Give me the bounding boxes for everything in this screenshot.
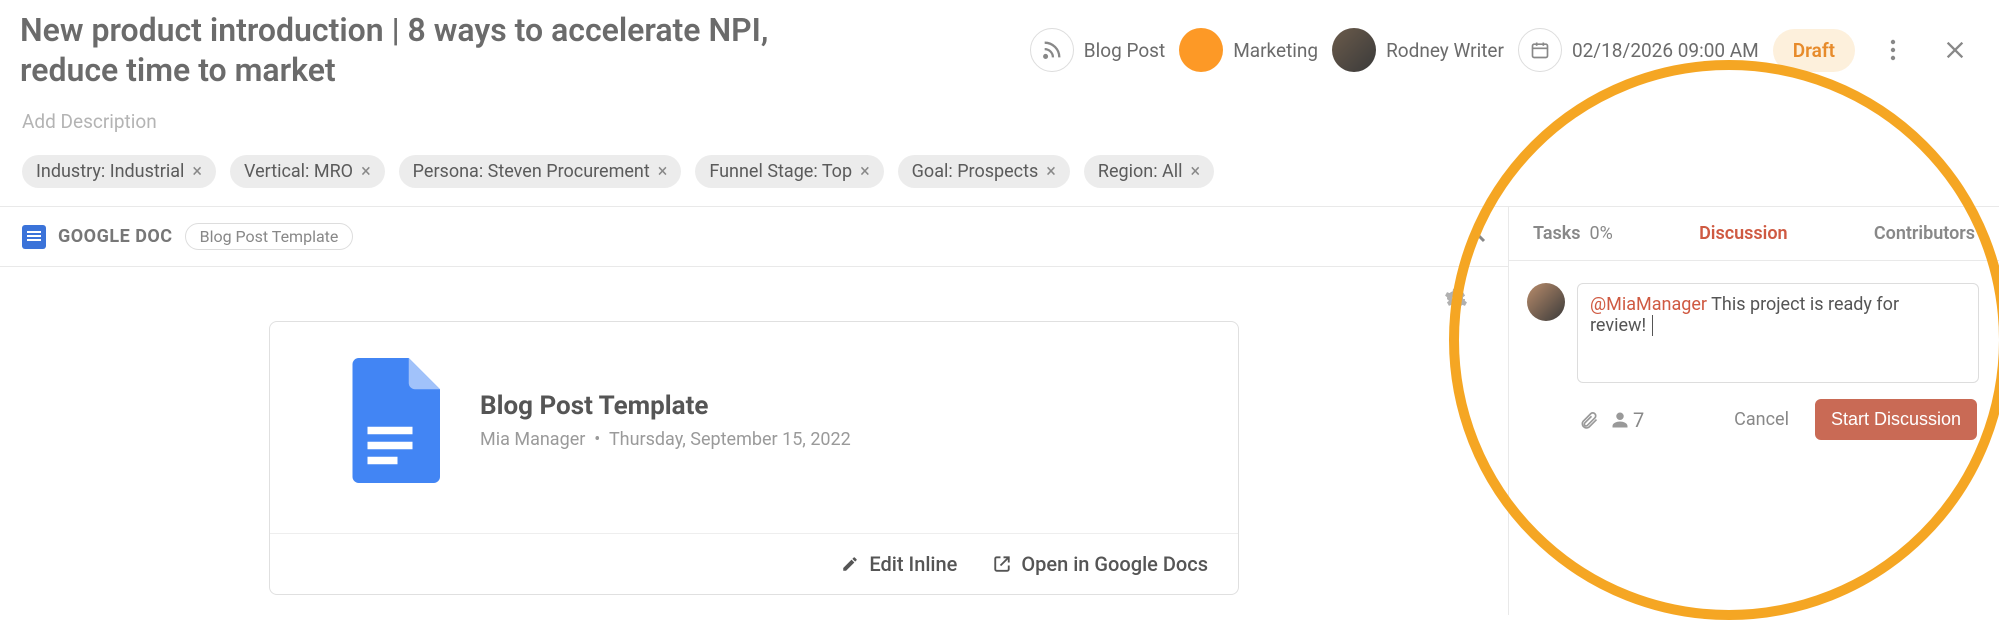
open-google-docs-label: Open in Google Docs <box>1021 552 1208 576</box>
edit-inline-label: Edit Inline <box>869 552 957 576</box>
tag[interactable]: Industry: Industrial × <box>22 155 216 188</box>
doc-author: Mia Manager <box>480 429 585 450</box>
category-color-dot <box>1179 28 1223 72</box>
gear-row <box>0 267 1508 311</box>
content-type-label: Blog Post <box>1084 39 1165 62</box>
more-menu-icon[interactable] <box>1879 36 1907 64</box>
tag-label: Funnel Stage: Top <box>709 161 852 182</box>
tag[interactable]: Region: All × <box>1084 155 1214 188</box>
tab-discussion[interactable]: Discussion <box>1699 223 1788 244</box>
discussion-actions: 7 Cancel Start Discussion <box>1509 395 1999 440</box>
tag-remove-icon[interactable]: × <box>192 161 202 182</box>
discussion-compose: @MiaManager This project is ready for re… <box>1509 261 1999 395</box>
google-doc-template-chip[interactable]: Blog Post Template <box>185 223 354 250</box>
google-doc-icon <box>22 225 46 249</box>
tab-contributors[interactable]: Contributors <box>1874 223 1975 244</box>
right-panel-tabs: Tasks 0% Discussion Contributors <box>1509 207 1999 261</box>
tag[interactable]: Persona: Steven Procurement × <box>399 155 682 188</box>
category-chip[interactable]: Marketing <box>1179 28 1318 72</box>
tag-label: Vertical: MRO <box>244 161 353 182</box>
tag-label: Persona: Steven Procurement <box>413 161 650 182</box>
tab-tasks-percent: 0% <box>1589 223 1612 244</box>
google-doc-label: GOOGLE DOC <box>58 226 173 247</box>
tag-remove-icon[interactable]: × <box>860 161 870 182</box>
add-description[interactable]: Add Description <box>0 90 1999 133</box>
document-file-icon <box>340 358 440 483</box>
rss-icon <box>1030 28 1074 72</box>
tab-tasks-label: Tasks <box>1533 223 1581 244</box>
doc-title: Blog Post Template <box>480 391 851 421</box>
person-icon[interactable]: 7 <box>1611 408 1644 432</box>
main-area: GOOGLE DOC Blog Post Template <box>0 207 1999 615</box>
avatar <box>1332 28 1376 72</box>
gear-icon[interactable] <box>1444 287 1468 311</box>
doc-card-wrap: Blog Post Template Mia Manager • Thursda… <box>0 311 1508 615</box>
collapse-icon[interactable] <box>1468 231 1486 243</box>
category-label: Marketing <box>1233 39 1318 62</box>
page-title[interactable]: New product introduction | 8 ways to acc… <box>20 10 840 90</box>
mention: @MiaManager <box>1590 294 1707 315</box>
doc-card-body: Blog Post Template Mia Manager • Thursda… <box>270 322 1238 533</box>
tag-label: Industry: Industrial <box>36 161 184 182</box>
calendar-icon <box>1518 28 1562 72</box>
tag[interactable]: Funnel Stage: Top × <box>695 155 883 188</box>
start-discussion-button[interactable]: Start Discussion <box>1815 399 1977 440</box>
meta-row: Blog Post Marketing Rodney Writer 02/18/… <box>1030 10 1979 72</box>
content-type-chip[interactable]: Blog Post <box>1030 28 1165 72</box>
tab-tasks[interactable]: Tasks 0% <box>1533 223 1613 244</box>
discussion-input[interactable]: @MiaManager This project is ready for re… <box>1577 283 1979 383</box>
status-badge[interactable]: Draft <box>1773 29 1855 72</box>
tags-row: Industry: Industrial × Vertical: MRO × Per… <box>0 133 1999 207</box>
title-block: New product introduction | 8 ways to acc… <box>20 10 1010 90</box>
page-header: New product introduction | 8 ways to acc… <box>0 0 1999 90</box>
avatar <box>1527 283 1565 321</box>
close-icon[interactable] <box>1941 36 1969 64</box>
external-link-icon <box>993 555 1011 573</box>
tag-label: Goal: Prospects <box>912 161 1039 182</box>
tag-remove-icon[interactable]: × <box>361 161 371 182</box>
tag-remove-icon[interactable]: × <box>1191 161 1201 182</box>
open-google-docs-button[interactable]: Open in Google Docs <box>993 552 1208 576</box>
pencil-icon <box>841 555 859 573</box>
author-label: Rodney Writer <box>1386 39 1504 62</box>
attach-group: 7 <box>1579 408 1644 432</box>
left-column: GOOGLE DOC Blog Post Template <box>0 207 1509 615</box>
tag-remove-icon[interactable]: × <box>1046 161 1056 182</box>
attach-count: 7 <box>1633 408 1644 432</box>
tag-remove-icon[interactable]: × <box>658 161 668 182</box>
tag[interactable]: Vertical: MRO × <box>230 155 385 188</box>
tag-label: Region: All <box>1098 161 1183 182</box>
doc-meta: Mia Manager • Thursday, September 15, 20… <box>480 429 851 450</box>
paperclip-icon[interactable] <box>1579 410 1599 430</box>
tag[interactable]: Goal: Prospects × <box>898 155 1070 188</box>
doc-card-actions: Edit Inline Open in Google Docs <box>270 533 1238 594</box>
doc-date: Thursday, September 15, 2022 <box>609 429 851 450</box>
edit-inline-button[interactable]: Edit Inline <box>841 552 957 576</box>
date-chip[interactable]: 02/18/2026 09:00 AM <box>1518 28 1759 72</box>
right-column: Tasks 0% Discussion Contributors @MiaMan… <box>1509 207 1999 615</box>
author-chip[interactable]: Rodney Writer <box>1332 28 1504 72</box>
doc-info: Blog Post Template Mia Manager • Thursda… <box>480 391 851 450</box>
date-label: 02/18/2026 09:00 AM <box>1572 39 1759 62</box>
doc-card: Blog Post Template Mia Manager • Thursda… <box>269 321 1239 595</box>
google-doc-section-header: GOOGLE DOC Blog Post Template <box>0 207 1508 267</box>
cancel-button[interactable]: Cancel <box>1734 409 1789 430</box>
